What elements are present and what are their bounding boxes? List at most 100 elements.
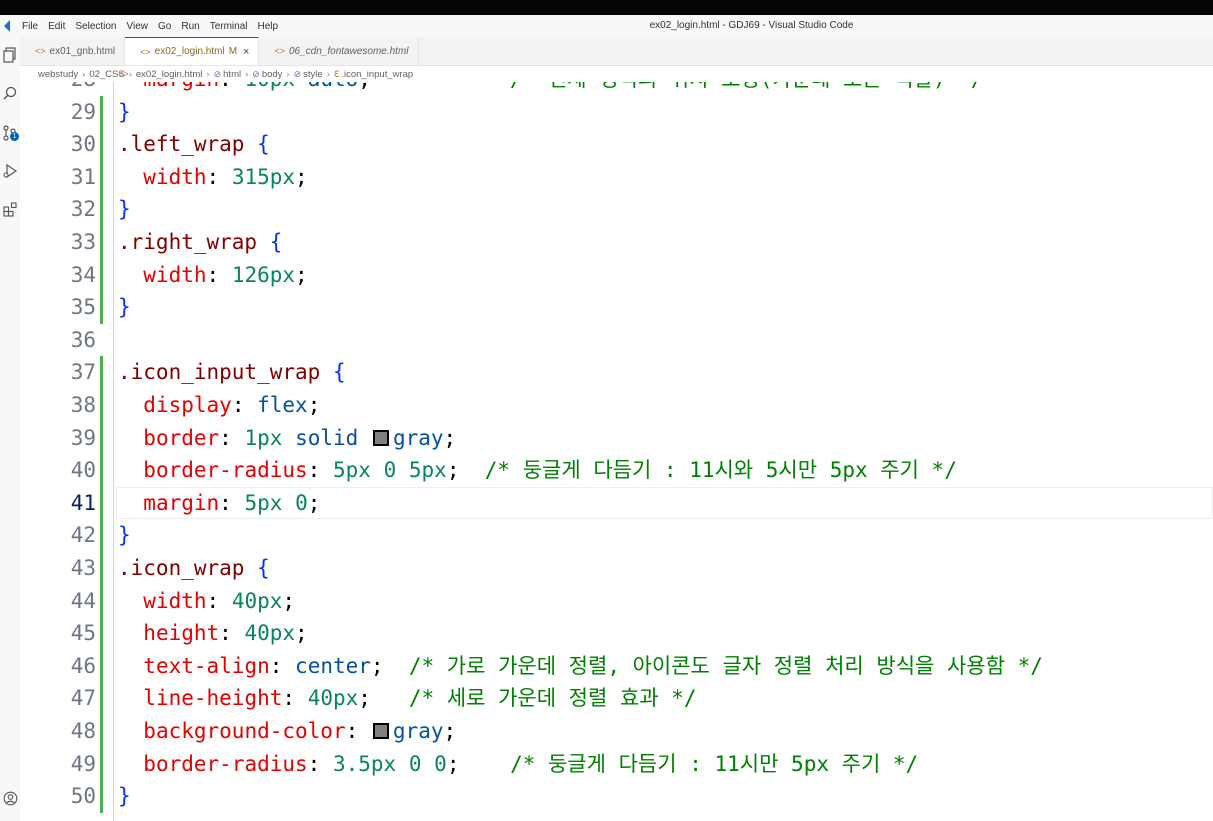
title-bar: File Edit Selection View Go Run Terminal…: [0, 15, 1213, 37]
tab-06-cdn-fontawesome[interactable]: <> 06_cdn_fontawesome.html: [259, 37, 419, 65]
code-text: .icon_input_wrap {: [118, 360, 346, 385]
gutter-modified-marker: [100, 454, 103, 487]
html-file-icon: <>: [274, 46, 285, 56]
source-control-badge: 1: [10, 132, 19, 141]
code-text: display: flex;: [143, 393, 321, 417]
modified-indicator: M: [228, 46, 238, 57]
chevron-right-icon: ›: [128, 68, 132, 80]
top-strip: [0, 0, 1213, 15]
breadcrumb-item-file[interactable]: <> ex02_login.html: [118, 68, 203, 80]
gutter-modified-marker: [100, 193, 103, 226]
line-number: 31: [70, 164, 96, 189]
breadcrumb-label: ex02_login.html: [135, 68, 203, 80]
run-debug-icon[interactable]: [0, 159, 20, 183]
code-line[interactable]: 40 border-radius: 5px 0 5px; /* 둥글게 다듬기 …: [20, 454, 1213, 487]
code-line[interactable]: 30 .left_wrap {: [20, 128, 1213, 161]
gutter-modified-marker: [100, 389, 103, 422]
code-line[interactable]: 48 background-color: gray;: [20, 715, 1213, 748]
code-line[interactable]: 35}: [20, 291, 1213, 324]
breadcrumb-label: body: [261, 68, 283, 80]
code-line[interactable]: 42}: [20, 519, 1213, 552]
code-line[interactable]: 47 line-height: 40px; /* 세로 가운데 정렬 효과 */: [20, 682, 1213, 715]
gutter-modified-marker: [100, 682, 103, 715]
line-number: 48: [70, 719, 96, 743]
code-text: width: 315px;: [143, 164, 308, 189]
line-number: 29: [70, 99, 96, 124]
code-line[interactable]: 34 width: 126px;: [20, 258, 1213, 292]
code-line[interactable]: 45 height: 40px;: [20, 617, 1213, 650]
breadcrumb-item-html[interactable]: ⊘ html: [214, 69, 242, 80]
code-line[interactable]: 38 display: flex;: [20, 389, 1213, 422]
code-text: line-height: 40px; /* 세로 가운데 정렬 효과 */: [143, 686, 697, 711]
line-number: 49: [70, 751, 96, 776]
extensions-icon[interactable]: [0, 197, 20, 221]
breadcrumb-item-webstudy[interactable]: webstudy: [38, 69, 78, 80]
code-text: background-color: gray;: [143, 719, 457, 743]
breadcrumb-label: style: [303, 68, 323, 80]
line-number: 34: [70, 262, 96, 287]
line-number: 43: [70, 556, 96, 580]
symbol-class-icon: ℇ: [333, 68, 340, 79]
gutter-modified-marker: [100, 160, 103, 194]
code-line[interactable]: 41 margin: 5px 0;: [20, 486, 1213, 520]
code-line[interactable]: 33 .right_wrap {: [20, 226, 1213, 259]
line-number: 46: [70, 653, 96, 678]
tab-label: ex01_gnb.html: [49, 45, 116, 57]
gutter-modified-marker: [100, 649, 103, 683]
code-line[interactable]: 43 .icon_wrap {: [20, 552, 1213, 585]
accounts-icon[interactable]: [0, 786, 20, 810]
gutter-modified-marker: [100, 128, 103, 161]
gutter-modified-marker: [100, 486, 103, 520]
code-text: .icon_wrap {: [118, 556, 270, 580]
code-line[interactable]: 46 text-align: center; /* 가로 가운데 정렬, 아이콘…: [20, 649, 1213, 683]
breadcrumb-label: html: [223, 68, 242, 80]
gutter-modified-marker: [100, 226, 103, 259]
line-number: 42: [70, 523, 96, 548]
code-line[interactable]: 36: [20, 324, 1213, 357]
gutter-modified-marker: [100, 258, 103, 292]
html-file-icon: <>: [140, 46, 151, 57]
gutter-modified-marker: [100, 519, 103, 552]
line-number: 38: [70, 393, 96, 417]
code-line[interactable]: 31 width: 315px;: [20, 160, 1213, 194]
code-text: }: [118, 197, 131, 222]
code-text: border: 1px solid gray;: [143, 425, 457, 450]
line-number: 39: [70, 425, 96, 450]
breadcrumb-item-selector[interactable]: ℇ .icon_input_wrap: [334, 69, 413, 80]
code-text: }: [118, 99, 131, 124]
tab-ex02-login[interactable]: <> ex02_login.html M ×: [125, 37, 260, 65]
tab-ex01-gnb[interactable]: <> ex01_gnb.html: [20, 37, 126, 65]
line-number: 45: [70, 621, 96, 646]
line-number: 28: [20, 82, 96, 96]
code-line[interactable]: 32}: [20, 193, 1213, 226]
activity-bar: 1: [0, 37, 21, 821]
code-line[interactable]: 49 border-radius: 3.5px 0 0; /* 둥글게 다듬기 …: [20, 747, 1213, 781]
line-number: 33: [70, 230, 96, 254]
code-text: .left_wrap {: [118, 132, 270, 157]
chevron-right-icon: ›: [245, 68, 249, 80]
code-text: text-align: center; /* 가로 가운데 정렬, 아이콘도 글…: [143, 653, 1043, 678]
breadcrumb-label: .icon_input_wrap: [341, 68, 414, 80]
code-line[interactable]: 44 width: 40px;: [20, 584, 1213, 618]
breadcrumb-item-body[interactable]: ⊘ body: [252, 69, 282, 80]
color-swatch-icon[interactable]: [372, 723, 389, 739]
breadcrumb-item-style[interactable]: ⊘ style: [294, 69, 323, 80]
code-line[interactable]: 37 .icon_input_wrap {: [20, 356, 1213, 389]
code-line[interactable]: 28 margin: 10px auto; /* 전체 영역의 위치 조정(가운…: [20, 82, 1213, 96]
code-line[interactable]: 39 border: 1px solid gray;: [20, 421, 1213, 455]
code-text: border-radius: 3.5px 0 0; /* 둥글게 다듬기 : 1…: [143, 751, 919, 776]
code-text: margin: 5px 0;: [143, 490, 321, 515]
chevron-right-icon: ›: [286, 68, 290, 80]
tab-label: ex02_login.html: [154, 46, 225, 57]
code-editor[interactable]: 28 margin: 10px auto; /* 전체 영역의 위치 조정(가운…: [20, 82, 1213, 821]
code-text: }: [118, 295, 131, 320]
color-swatch-icon[interactable]: [372, 429, 389, 446]
explorer-icon[interactable]: [0, 43, 20, 67]
search-icon[interactable]: [0, 81, 20, 105]
html-file-icon: <>: [118, 69, 129, 79]
code-text: }: [118, 784, 131, 809]
code-line[interactable]: 50}: [20, 780, 1213, 813]
close-icon[interactable]: ×: [243, 46, 249, 58]
code-line[interactable]: 29}: [20, 95, 1213, 129]
source-control-icon[interactable]: 1: [0, 121, 20, 145]
